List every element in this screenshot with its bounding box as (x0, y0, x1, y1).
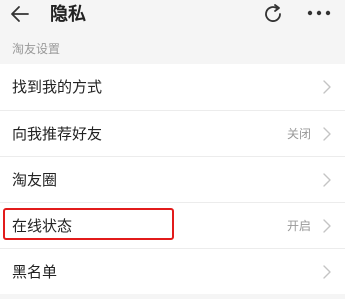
settings-list: 找到我的方式 向我推荐好友 关闭 淘友圈 在线状态 开启 黑名单 (0, 64, 345, 294)
row-recommend-friends[interactable]: 向我推荐好友 关闭 (0, 110, 345, 156)
section-label: 淘友设置 (12, 42, 61, 56)
row-friend-circle[interactable]: 淘友圈 (0, 156, 345, 202)
more-dots-icon[interactable] (306, 8, 332, 18)
row-find-me[interactable]: 找到我的方式 (0, 64, 345, 110)
refresh-icon[interactable] (262, 3, 284, 25)
row-label: 向我推荐好友 (12, 125, 103, 143)
chevron-right-icon (323, 265, 331, 279)
arrow-left-icon[interactable] (10, 4, 30, 24)
chevron-right-icon (323, 80, 331, 94)
chevron-right-icon (323, 173, 331, 187)
row-label: 淘友圈 (12, 171, 58, 189)
row-label: 在线状态 (12, 217, 73, 235)
row-value: 开启 (286, 219, 311, 233)
top-bar: 隐私 (0, 0, 345, 32)
row-label: 黑名单 (12, 263, 58, 281)
row-online-status[interactable]: 在线状态 开启 (0, 202, 345, 248)
row-blacklist[interactable]: 黑名单 (0, 248, 345, 294)
chevron-right-icon (323, 127, 331, 141)
page-title: 隐私 (50, 4, 86, 25)
chevron-right-icon (323, 219, 331, 233)
row-label: 找到我的方式 (12, 78, 103, 96)
row-value: 关闭 (286, 127, 311, 141)
privacy-screen: 隐私 淘友设置 找到我的方式 向我推荐好友 关闭 淘友圈 在线状态 开启 黑名单 (0, 0, 345, 299)
